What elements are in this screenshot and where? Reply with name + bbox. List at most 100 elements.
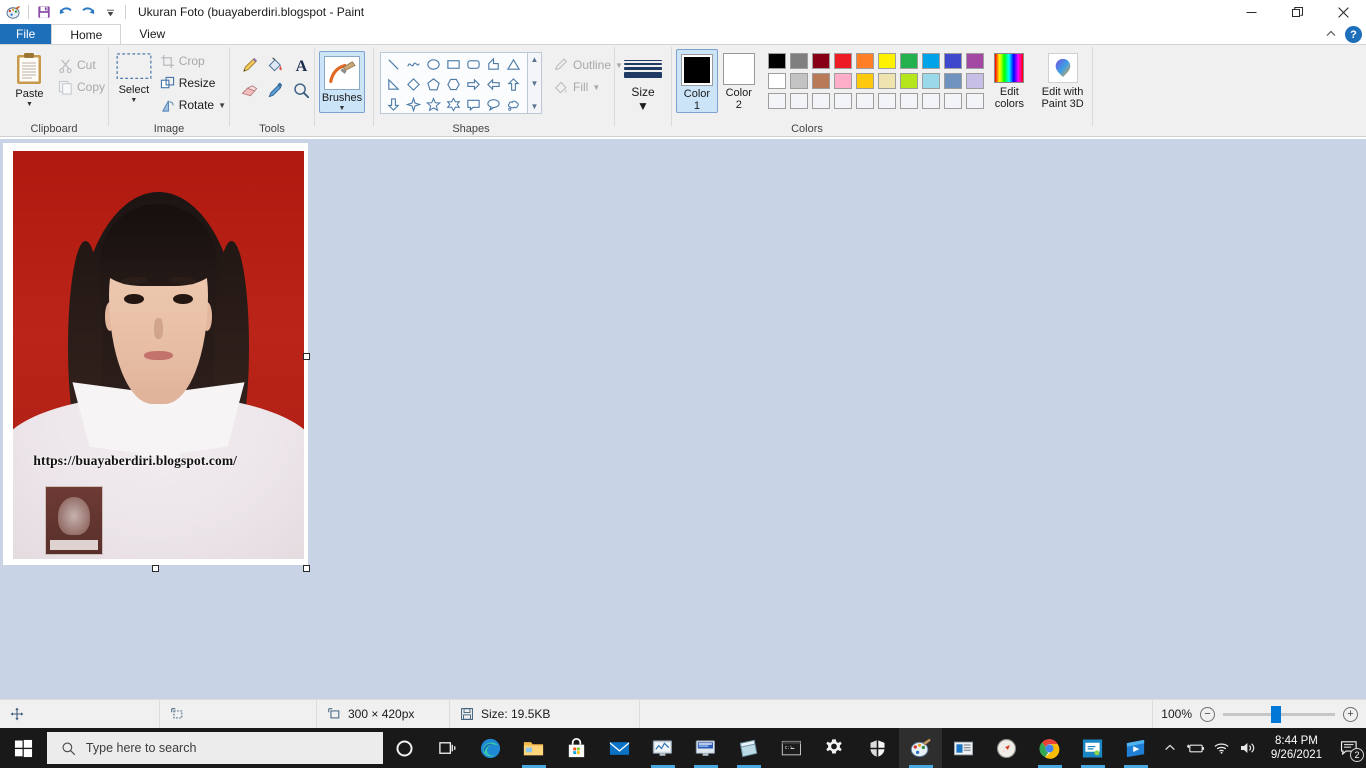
paste-button[interactable]: Paste ▼	[6, 48, 53, 108]
pencil-icon[interactable]	[236, 53, 262, 78]
shape-right-arrow[interactable]	[463, 74, 483, 94]
shape-cloud-callout[interactable]	[503, 94, 523, 114]
size-button[interactable]: Size ▼	[615, 53, 671, 113]
palette-cell-r3-c10[interactable]	[964, 91, 986, 111]
palette-cell-r3-c1[interactable]	[766, 91, 788, 111]
close-button[interactable]	[1320, 0, 1366, 24]
taskbar-app-remote-desktop[interactable]	[684, 728, 727, 768]
palette-cell-r3-c8[interactable]	[920, 91, 942, 111]
palette-cell-r3-c7[interactable]	[898, 91, 920, 111]
palette-cell-r2-c5[interactable]	[854, 71, 876, 91]
palette-cell-r1-c5[interactable]	[854, 51, 876, 71]
taskbar-app-command-prompt[interactable]: C:\	[770, 728, 813, 768]
undo-icon[interactable]	[55, 1, 77, 23]
resize-handle-right[interactable]	[303, 353, 310, 360]
show-hidden-icons-chevron-up-icon[interactable]	[1157, 728, 1183, 768]
palette-cell-r2-c9[interactable]	[942, 71, 964, 91]
shape-diamond[interactable]	[403, 74, 423, 94]
shape-rounded-callout[interactable]	[463, 94, 483, 114]
taskbar-app-settings[interactable]	[813, 728, 856, 768]
color-picker-icon[interactable]	[262, 78, 288, 103]
taskbar-app-movies-tv[interactable]	[1114, 728, 1157, 768]
shape-four-point-star[interactable]	[403, 94, 423, 114]
action-center-button[interactable]: 2	[1332, 728, 1366, 768]
taskbar-app-sticky-notes[interactable]	[727, 728, 770, 768]
palette-cell-r2-c4[interactable]	[832, 71, 854, 91]
color1-button[interactable]: Color 1	[676, 49, 718, 113]
shapes-expand-icon[interactable]: ▼	[531, 102, 539, 111]
tab-file[interactable]: File	[0, 24, 52, 44]
canvas[interactable]: https://buayaberdiri.blogspot.com/	[4, 144, 307, 564]
palette-cell-r1-c9[interactable]	[942, 51, 964, 71]
shape-curve[interactable]	[403, 54, 423, 74]
copy-button[interactable]: Copy	[55, 76, 108, 98]
minimize-button[interactable]	[1228, 0, 1274, 24]
palette-cell-r3-c9[interactable]	[942, 91, 964, 111]
taskbar-app-presentation[interactable]	[1071, 728, 1114, 768]
resize-handle-bottom[interactable]	[152, 565, 159, 572]
shape-left-arrow[interactable]	[483, 74, 503, 94]
palette-cell-r2-c6[interactable]	[876, 71, 898, 91]
redo-icon[interactable]	[77, 1, 99, 23]
size-chevron-down-icon[interactable]: ▼	[637, 99, 649, 113]
palette-cell-r2-c3[interactable]	[810, 71, 832, 91]
brushes-button[interactable]: Brushes ▼	[319, 51, 365, 113]
taskbar-app-microsoft-edge[interactable]	[469, 728, 512, 768]
magnifier-icon[interactable]	[288, 78, 314, 103]
shape-triangle[interactable]	[503, 54, 523, 74]
fill-chevron-down-icon[interactable]: ▼	[592, 83, 600, 92]
palette-cell-r1-c3[interactable]	[810, 51, 832, 71]
palette-cell-r1-c4[interactable]	[832, 51, 854, 71]
shape-oval-callout[interactable]	[483, 94, 503, 114]
taskbar-app-mail[interactable]	[598, 728, 641, 768]
zoom-in-button[interactable]: +	[1343, 706, 1358, 722]
palette-cell-r3-c5[interactable]	[854, 91, 876, 111]
shape-six-point-star[interactable]	[443, 94, 463, 114]
palette-cell-r3-c6[interactable]	[876, 91, 898, 111]
resize-handle-corner[interactable]	[303, 565, 310, 572]
resize-button[interactable]: Resize	[157, 72, 229, 94]
taskbar-cortana-circle-icon[interactable]	[383, 728, 426, 768]
edit-colors-button[interactable]: Edit colors	[986, 49, 1033, 110]
taskbar-app-news-widget[interactable]	[942, 728, 985, 768]
palette-cell-r2-c2[interactable]	[788, 71, 810, 91]
palette-cell-r1-c8[interactable]	[920, 51, 942, 71]
palette-cell-r1-c6[interactable]	[876, 51, 898, 71]
palette-cell-r2-c10[interactable]	[964, 71, 986, 91]
crop-button[interactable]: Crop	[157, 50, 229, 72]
shape-right-triangle[interactable]	[383, 74, 403, 94]
taskbar-app-compass[interactable]	[985, 728, 1028, 768]
zoom-out-button[interactable]: −	[1200, 706, 1215, 722]
palette-cell-r2-c8[interactable]	[920, 71, 942, 91]
wifi-icon[interactable]	[1209, 728, 1235, 768]
rotate-chevron-down-icon[interactable]: ▼	[218, 101, 226, 110]
palette-cell-r2-c7[interactable]	[898, 71, 920, 91]
select-button[interactable]: Select ▼	[113, 48, 155, 104]
shape-rounded-rectangle[interactable]	[463, 54, 483, 74]
palette-cell-r3-c4[interactable]	[832, 91, 854, 111]
shape-oval[interactable]	[423, 54, 443, 74]
eraser-icon[interactable]	[236, 78, 262, 103]
palette-cell-r3-c2[interactable]	[788, 91, 810, 111]
tab-home[interactable]: Home	[51, 24, 122, 44]
shapes-scroll-controls[interactable]: ▲ ▼ ▼	[528, 52, 542, 114]
shape-pentagon[interactable]	[423, 74, 443, 94]
edit-with-paint3d-button[interactable]: Edit with Paint 3D	[1033, 49, 1092, 110]
taskbar-app-microsoft-store[interactable]	[555, 728, 598, 768]
tab-view[interactable]: View	[121, 24, 183, 44]
taskbar-app-google-chrome[interactable]	[1028, 728, 1071, 768]
paint-palette-icon[interactable]	[2, 1, 24, 23]
shape-down-arrow[interactable]	[383, 94, 403, 114]
taskbar-task-view-icon[interactable]	[426, 728, 469, 768]
palette-cell-r1-c7[interactable]	[898, 51, 920, 71]
collapse-ribbon-chevron-up-icon[interactable]	[1325, 28, 1337, 42]
palette-cell-r1-c2[interactable]	[788, 51, 810, 71]
rotate-button[interactable]: Rotate ▼	[157, 94, 229, 116]
palette-cell-r3-c3[interactable]	[810, 91, 832, 111]
restore-button[interactable]	[1274, 0, 1320, 24]
shape-up-arrow[interactable]	[503, 74, 523, 94]
shape-hexagon[interactable]	[443, 74, 463, 94]
zoom-slider[interactable]	[1223, 705, 1335, 723]
shape-line[interactable]	[383, 54, 403, 74]
brushes-chevron-down-icon[interactable]: ▼	[339, 105, 346, 112]
